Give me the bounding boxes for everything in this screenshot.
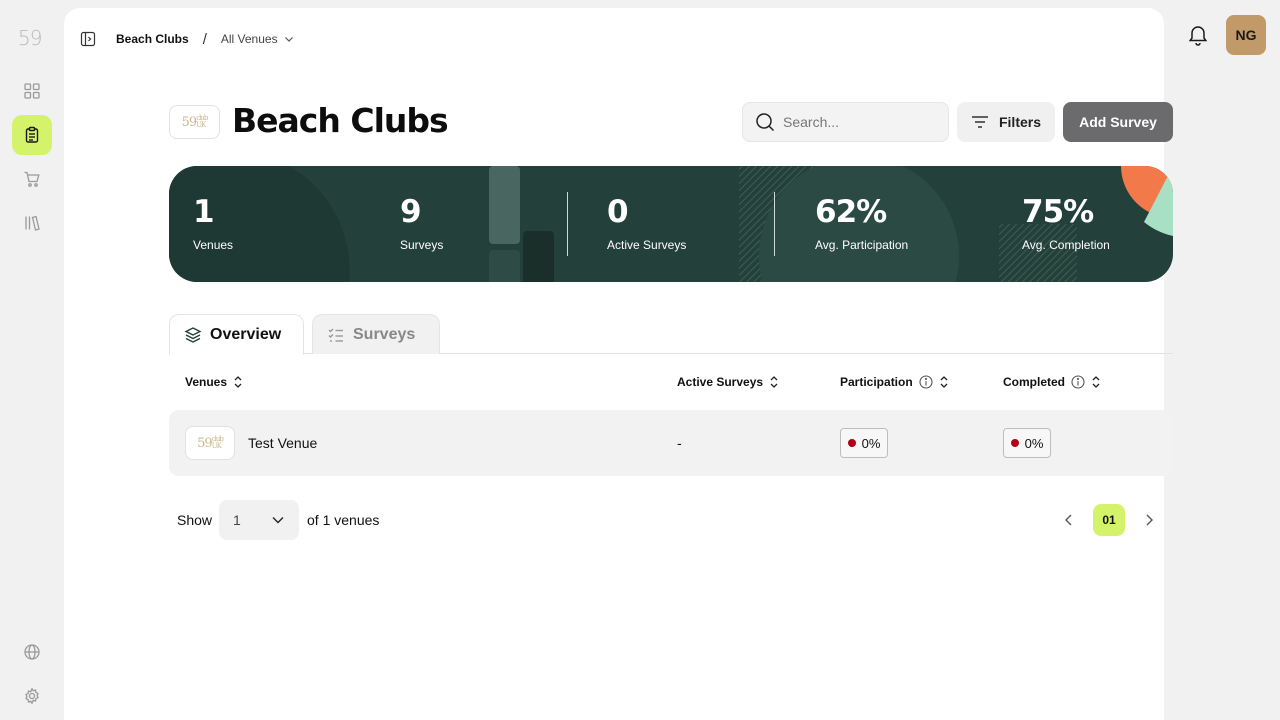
sidebar-toggle-icon[interactable] bbox=[80, 31, 96, 47]
column-header-label: Venues bbox=[185, 375, 228, 389]
filters-label: Filters bbox=[998, 114, 1041, 130]
globe-icon bbox=[24, 644, 40, 660]
info-icon[interactable] bbox=[1071, 375, 1085, 389]
chevron-right-icon[interactable] bbox=[1139, 510, 1159, 530]
sidebar-item-shop[interactable] bbox=[12, 159, 52, 199]
bell-icon[interactable] bbox=[1186, 23, 1210, 47]
breadcrumb-separator: / bbox=[202, 30, 207, 48]
table-row[interactable]: 59club UK Test Venue - 0% 0% bbox=[169, 410, 1173, 476]
status-dot bbox=[1010, 439, 1019, 447]
stat-surveys-label: Surveys bbox=[400, 238, 444, 252]
stats-banner: 1 Venues 9 Surveys 0 Active Surveys 62% … bbox=[169, 166, 1173, 282]
column-header-label: Active Surveys bbox=[677, 375, 764, 389]
layers-icon bbox=[184, 327, 202, 343]
sort-icon bbox=[940, 376, 948, 388]
stat-surveys-value: 9 bbox=[400, 194, 422, 230]
grid-icon bbox=[24, 83, 40, 99]
sidebar-item-settings[interactable] bbox=[12, 676, 52, 716]
stat-participation-value: 62% bbox=[815, 194, 887, 230]
search-input[interactable] bbox=[783, 114, 933, 130]
search-icon bbox=[756, 113, 775, 132]
venue-name[interactable]: Test Venue bbox=[248, 435, 317, 451]
sidebar-item-language[interactable] bbox=[12, 632, 52, 672]
breadcrumb-current[interactable]: Beach Clubs bbox=[116, 32, 189, 46]
total-label: of 1 venues bbox=[307, 512, 380, 528]
venue-logo-mark: 59club UK bbox=[197, 435, 224, 451]
info-icon[interactable] bbox=[919, 375, 933, 389]
completed-value: 0% bbox=[1024, 435, 1044, 451]
sort-icon bbox=[770, 376, 778, 388]
tab-surveys[interactable]: Surveys bbox=[312, 314, 440, 354]
tab-surveys-label: Surveys bbox=[353, 325, 416, 343]
chevron-left-icon[interactable] bbox=[1059, 510, 1079, 530]
sort-icon bbox=[234, 376, 242, 388]
page-number-current[interactable]: 01 bbox=[1093, 504, 1125, 536]
stat-divider bbox=[567, 192, 568, 256]
chevron-down-icon bbox=[272, 517, 284, 524]
show-label: Show bbox=[177, 512, 213, 528]
venue-dropdown-label: All Venues bbox=[220, 32, 278, 46]
participation-badge: 0% bbox=[840, 428, 888, 458]
tab-overview-label: Overview bbox=[210, 326, 282, 343]
status-dot bbox=[847, 439, 856, 447]
cart-icon bbox=[24, 171, 40, 187]
page-size-value: 1 bbox=[233, 512, 241, 528]
active-surveys-value: - bbox=[677, 435, 682, 451]
stat-active-surveys-value: 0 bbox=[607, 194, 629, 230]
column-header-active-surveys[interactable]: Active Surveys bbox=[677, 375, 779, 389]
group-logo: 59club UK bbox=[169, 105, 220, 139]
group-logo-mark: 59club UK bbox=[181, 114, 209, 130]
stat-divider bbox=[774, 192, 775, 256]
venue-dropdown[interactable]: All Venues bbox=[221, 32, 294, 46]
stat-venues-label: Venues bbox=[193, 238, 234, 252]
clipboard-icon bbox=[25, 126, 39, 143]
filters-button[interactable]: Filters bbox=[957, 102, 1055, 142]
completed-badge: 0% bbox=[1003, 428, 1051, 458]
stat-active-surveys-label: Active Surveys bbox=[607, 238, 687, 252]
library-icon bbox=[25, 215, 40, 231]
stat-participation-label: Avg. Participation bbox=[815, 238, 909, 252]
breadcrumb: Beach Clubs / All Venues bbox=[80, 30, 294, 48]
column-header-label: Completed bbox=[1003, 375, 1066, 389]
stat-venues-value: 1 bbox=[193, 194, 215, 230]
column-header-label: Participation bbox=[840, 375, 913, 389]
tab-overview[interactable]: Overview bbox=[169, 314, 304, 355]
sidebar-item-library[interactable] bbox=[12, 203, 52, 243]
checklist-icon bbox=[328, 328, 343, 342]
page-size-select[interactable]: 1 bbox=[219, 500, 299, 540]
venue-logo: 59club UK bbox=[185, 426, 235, 460]
chevron-down-icon bbox=[284, 37, 293, 42]
tab-bar: Overview Surveys bbox=[169, 314, 1173, 355]
gear-icon bbox=[25, 687, 39, 705]
sidebar-item-dashboard[interactable] bbox=[12, 71, 52, 111]
column-header-participation[interactable]: Participation bbox=[840, 375, 949, 389]
participation-value: 0% bbox=[861, 435, 881, 451]
stat-completion-value: 75% bbox=[1022, 194, 1094, 230]
column-header-venues[interactable]: Venues bbox=[185, 375, 243, 389]
user-avatar[interactable]: NG bbox=[1226, 15, 1266, 55]
sidebar-item-surveys[interactable] bbox=[12, 115, 52, 155]
page-title: Beach Clubs bbox=[232, 101, 449, 140]
search-box[interactable] bbox=[742, 102, 949, 142]
column-header-completed[interactable]: Completed bbox=[1003, 375, 1101, 389]
sort-icon bbox=[1092, 376, 1100, 388]
filter-icon bbox=[971, 116, 988, 128]
sidebar: 59 bbox=[0, 0, 64, 720]
add-survey-button[interactable]: Add Survey bbox=[1063, 102, 1173, 142]
stat-completion-label: Avg. Completion bbox=[1022, 238, 1110, 252]
app-logo[interactable]: 59 bbox=[18, 26, 42, 50]
